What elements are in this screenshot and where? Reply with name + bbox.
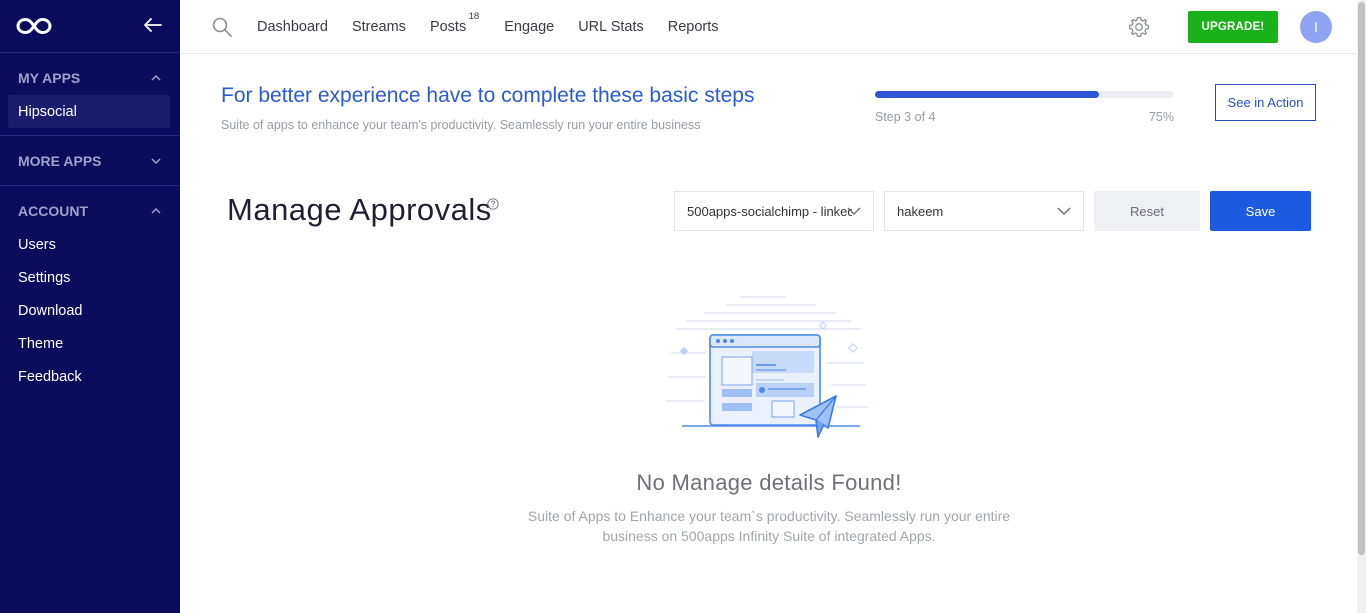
help-icon[interactable] [487, 197, 499, 215]
social-account-select-value: 500apps-socialchimp - linkedin [687, 203, 852, 219]
sidebar-item-hipsocial[interactable]: Hipsocial [8, 95, 170, 128]
onboarding-title: For better experience have to complete t… [221, 84, 755, 107]
progress-fill [875, 91, 1100, 98]
sidebar-item-theme[interactable]: Theme [0, 327, 180, 360]
onboarding-progress-bar [875, 91, 1174, 98]
sidebar-item-label: Feedback [18, 368, 82, 385]
save-button[interactable]: Save [1210, 191, 1311, 231]
search-icon[interactable] [212, 17, 232, 42]
sidebar-section-header-more-apps[interactable]: MORE APPS [0, 144, 180, 178]
chevron-up-icon [151, 74, 161, 81]
sidebar-section-account: ACCOUNT Users Settings Download Theme Fe… [0, 186, 180, 400]
empty-state-subtitle: Suite of Apps to Enhance your team`s pro… [494, 506, 1044, 546]
sidebar-section-title: MY APPS [18, 70, 81, 86]
user-select-value: hakeem [897, 203, 944, 219]
sidebar-item-download[interactable]: Download [0, 294, 180, 327]
nav-dashboard[interactable]: Dashboard [257, 19, 328, 35]
empty-state-illustration [666, 293, 871, 448]
empty-state-subtitle-line-1: Suite of Apps to Enhance your team`s pro… [527, 508, 1011, 524]
main-nav: Dashboard Streams Posts 18 Engage URL Sta… [257, 0, 743, 54]
page-title: Manage Approvals [227, 192, 492, 227]
avatar[interactable]: I [1300, 11, 1332, 43]
sidebar-item-label: Hipsocial [18, 103, 77, 120]
collapse-sidebar-arrow-icon[interactable] [143, 17, 163, 38]
sidebar-item-label: Settings [18, 269, 71, 286]
chevron-down-icon [1057, 207, 1071, 215]
sidebar-item-label: Theme [18, 335, 64, 352]
gear-icon[interactable] [1127, 15, 1151, 44]
step-label: Step 3 of 4 [875, 110, 936, 124]
sidebar-item-settings[interactable]: Settings [0, 261, 180, 294]
posts-count-badge: 18 [468, 11, 480, 22]
sidebar-item-label: Users [18, 236, 56, 253]
user-select[interactable]: hakeem [884, 191, 1084, 231]
reset-button[interactable]: Reset [1094, 191, 1200, 231]
onboarding-subtitle: Suite of apps to enhance your team's pro… [221, 118, 701, 132]
sidebar-section-my-apps: MY APPS Hipsocial [0, 53, 180, 136]
sidebar-section-header-my-apps[interactable]: MY APPS [0, 61, 180, 95]
nav-posts[interactable]: Posts 18 [429, 11, 479, 35]
see-in-action-button[interactable]: See in Action [1215, 84, 1316, 121]
social-account-select[interactable]: 500apps-socialchimp - linkedin [674, 191, 874, 231]
scrollbar-thumb[interactable] [1358, 2, 1365, 555]
upgrade-button[interactable]: UPGRADE! [1188, 11, 1278, 43]
nav-url-stats[interactable]: URL Stats [578, 19, 644, 35]
sidebar-section-header-account[interactable]: ACCOUNT [0, 194, 180, 228]
empty-state-subtitle-line-2: business on 500apps Infinity Suite of in… [602, 528, 936, 544]
scrollbar[interactable] [1357, 0, 1366, 613]
sidebar: MY APPS Hipsocial MORE APPS ACCOUNT User… [0, 0, 180, 613]
sidebar-section-more-apps: MORE APPS [0, 136, 180, 186]
nav-streams[interactable]: Streams [352, 19, 406, 35]
sidebar-section-title: ACCOUNT [18, 203, 88, 219]
chevron-down-icon [151, 158, 161, 165]
nav-engage[interactable]: Engage [504, 19, 554, 35]
nav-reports[interactable]: Reports [668, 19, 719, 35]
infinity-logo-icon[interactable] [16, 16, 52, 41]
sidebar-item-users[interactable]: Users [0, 228, 180, 261]
topbar: Dashboard Streams Posts 18 Engage URL Sta… [180, 0, 1357, 54]
chevron-down-icon [847, 207, 861, 215]
chevron-up-icon [151, 207, 161, 214]
nav-posts-label: Posts [429, 19, 467, 35]
empty-state-title: No Manage details Found! [636, 470, 902, 495]
sidebar-section-title: MORE APPS [18, 153, 102, 169]
sidebar-item-feedback[interactable]: Feedback [0, 360, 180, 393]
progress-percent: 75% [1148, 110, 1174, 124]
sidebar-item-label: Download [18, 302, 83, 319]
sidebar-header [0, 0, 180, 53]
